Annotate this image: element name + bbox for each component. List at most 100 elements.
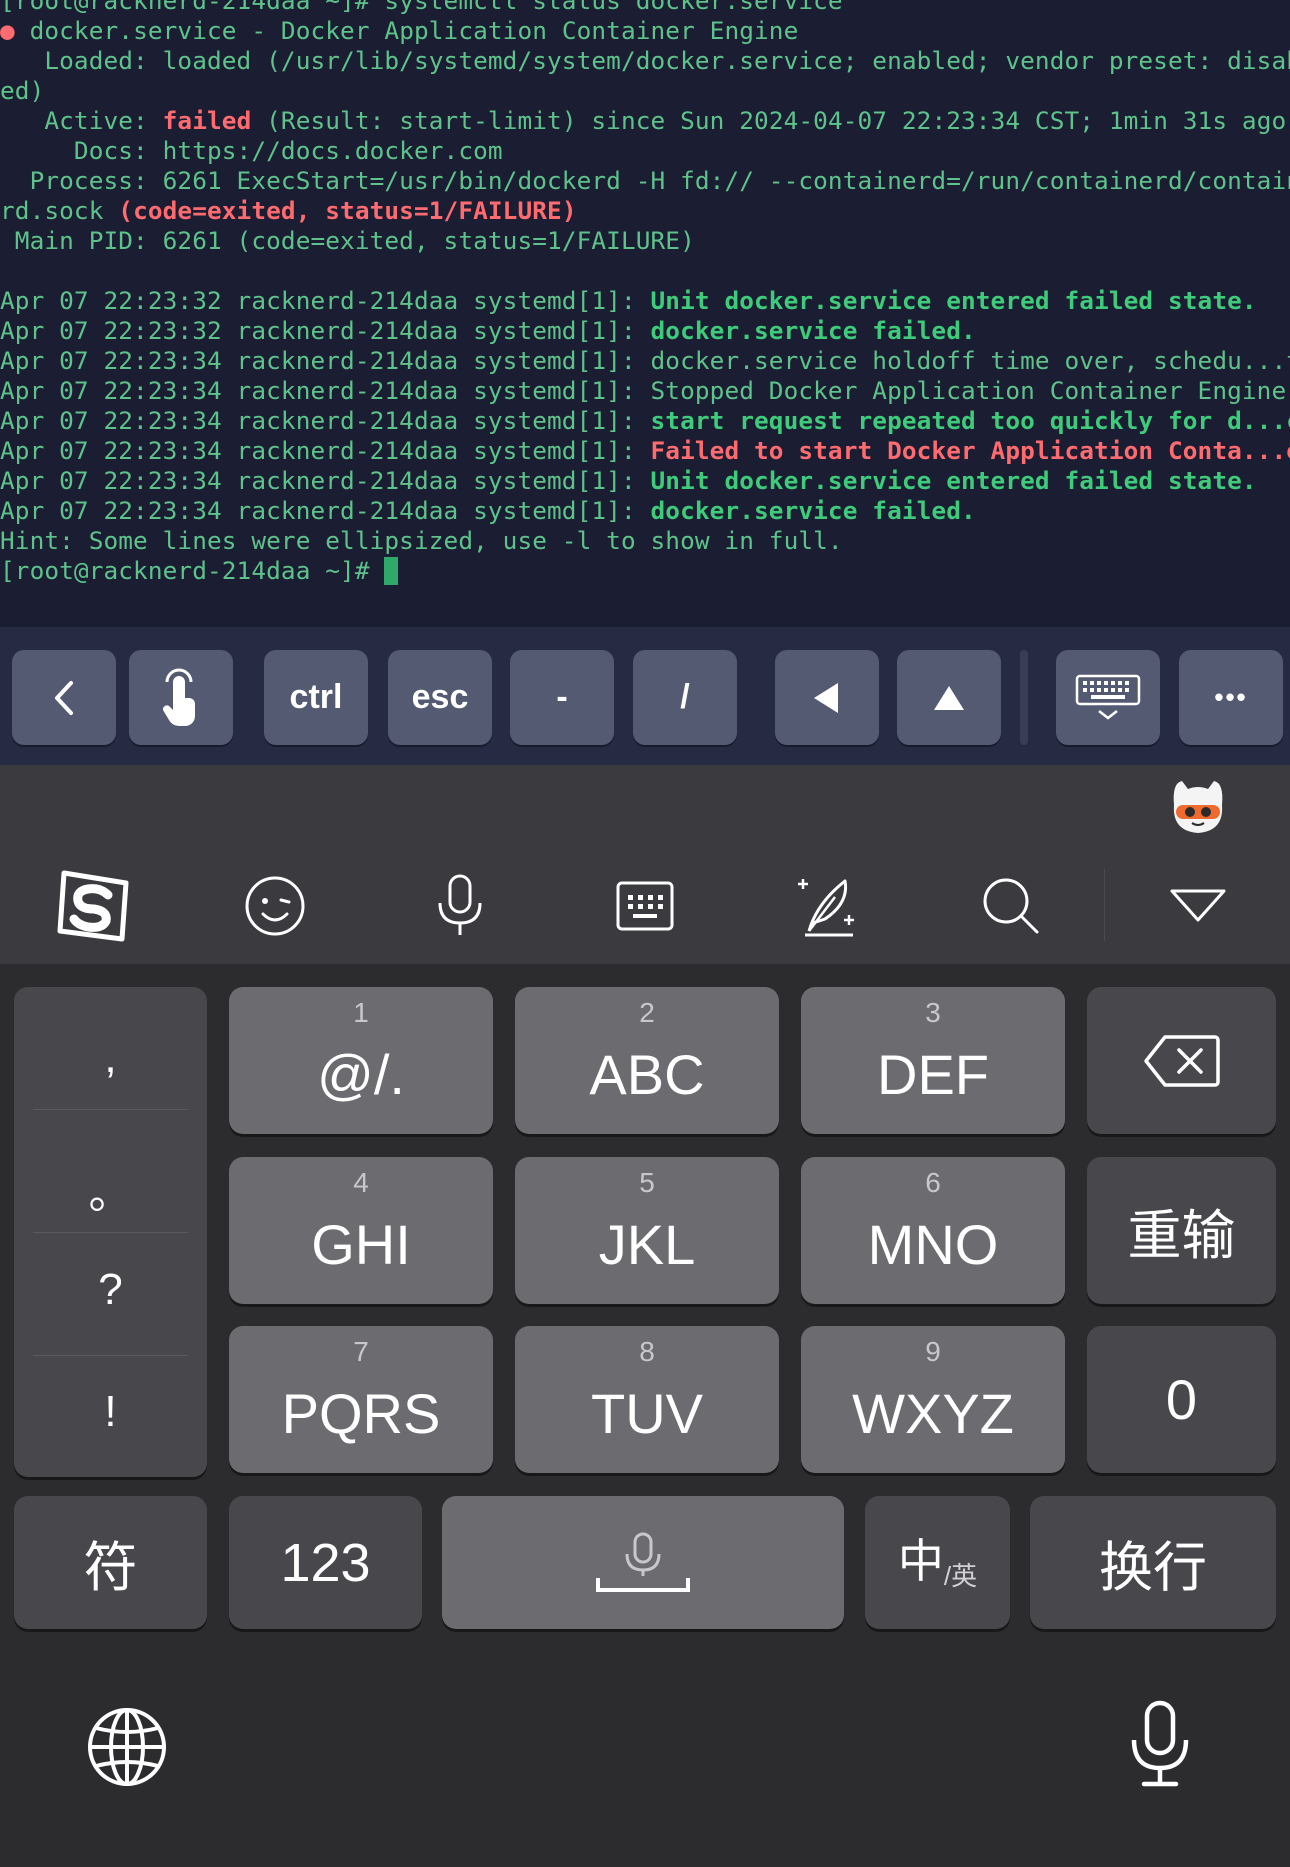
log-line: Apr 07 22:23:34 racknerd-214daa systemd[… bbox=[0, 496, 976, 525]
ctrl-key[interactable]: ctrl bbox=[264, 650, 368, 745]
triangle-left-icon bbox=[814, 682, 838, 713]
key-3[interactable]: 3 DEF bbox=[801, 987, 1065, 1134]
key-label: ABC bbox=[589, 1043, 705, 1106]
esc-key[interactable]: esc bbox=[388, 650, 492, 745]
log-line: Apr 07 22:23:32 racknerd-214daa systemd[… bbox=[0, 286, 1257, 315]
key-label: PQRS bbox=[281, 1382, 441, 1445]
terminal-line: ed) bbox=[0, 76, 45, 105]
backspace-key[interactable] bbox=[1087, 987, 1276, 1134]
handwriting-icon bbox=[798, 878, 854, 936]
more-button[interactable]: ••• bbox=[1179, 650, 1283, 745]
symbols-key[interactable]: 符 bbox=[14, 1496, 207, 1629]
enter-key[interactable]: 换行 bbox=[1030, 1496, 1276, 1629]
punctuation-column[interactable]: , 。 ? ! bbox=[14, 987, 207, 1477]
log-line: Apr 07 22:23:34 racknerd-214daa systemd[… bbox=[0, 436, 1290, 465]
space-mic-icon bbox=[596, 1532, 690, 1592]
punct-exclamation[interactable]: ! bbox=[14, 1387, 207, 1437]
numbers-key[interactable]: 123 bbox=[229, 1496, 422, 1629]
terminal-line: Active: failed (Result: start-limit) sin… bbox=[0, 106, 1287, 135]
key-number: 1 bbox=[353, 997, 369, 1028]
toolbar-divider bbox=[1104, 869, 1105, 941]
text-cursor bbox=[384, 557, 399, 585]
log-line: Apr 07 22:23:32 racknerd-214daa systemd[… bbox=[0, 316, 976, 345]
mascot-icon[interactable] bbox=[1166, 775, 1230, 839]
ime-candidate-bar bbox=[0, 765, 1290, 847]
space-key[interactable] bbox=[442, 1496, 844, 1629]
key-2[interactable]: 2 ABC bbox=[515, 987, 779, 1134]
terminal-line: Docs: https://docs.docker.com bbox=[0, 136, 503, 165]
toolbar-divider bbox=[1020, 650, 1028, 745]
lang-sub-label: /英 bbox=[943, 1561, 978, 1591]
terminal-line: Main PID: 6261 (code=exited, status=1/FA… bbox=[0, 226, 695, 255]
search-icon bbox=[983, 878, 1039, 933]
key-label: 123 bbox=[280, 1532, 371, 1593]
key-label: 换行 bbox=[1099, 1538, 1207, 1598]
microphone-icon bbox=[438, 874, 482, 935]
key-number: 3 bbox=[925, 997, 941, 1028]
language-toggle-key[interactable]: 中 /英 bbox=[865, 1496, 1010, 1629]
globe-button[interactable] bbox=[86, 1706, 168, 1788]
collapse-keyboard-button[interactable] bbox=[1153, 847, 1243, 964]
slash-key[interactable]: / bbox=[633, 650, 737, 745]
key-9[interactable]: 9 WXYZ bbox=[801, 1326, 1065, 1473]
key-number: 2 bbox=[639, 997, 655, 1028]
touch-mode-button[interactable] bbox=[129, 650, 233, 745]
terminal-line: Loaded: loaded (/usr/lib/systemd/system/… bbox=[0, 46, 1290, 75]
key-6[interactable]: 6 MNO bbox=[801, 1157, 1065, 1304]
touch-pointer-icon bbox=[162, 668, 195, 726]
key-1[interactable]: 1 @/. bbox=[229, 987, 493, 1134]
key-number: 9 bbox=[925, 1336, 941, 1367]
emoji-icon bbox=[245, 876, 305, 935]
ime-toolbar bbox=[0, 847, 1290, 965]
key-7[interactable]: 7 PQRS bbox=[229, 1326, 493, 1473]
hint-line: Hint: Some lines were ellipsized, use -l… bbox=[0, 526, 843, 555]
chevron-left-icon bbox=[55, 680, 73, 715]
voice-input-button[interactable] bbox=[415, 847, 505, 964]
handwriting-button[interactable] bbox=[783, 847, 873, 964]
key-number: 7 bbox=[353, 1336, 369, 1367]
lang-main-label: 中 bbox=[897, 1534, 944, 1587]
key-label: @/. bbox=[317, 1043, 405, 1106]
back-button[interactable] bbox=[12, 650, 116, 745]
hide-keyboard-button[interactable] bbox=[1056, 650, 1160, 745]
search-button[interactable] bbox=[966, 847, 1056, 964]
arrow-left-key[interactable] bbox=[775, 650, 879, 745]
log-line: Apr 07 22:23:34 racknerd-214daa systemd[… bbox=[0, 376, 1290, 405]
punct-question[interactable]: ? bbox=[14, 1265, 207, 1315]
triangle-up-icon bbox=[934, 685, 964, 710]
dash-key[interactable]: - bbox=[510, 650, 614, 745]
key-5[interactable]: 5 JKL bbox=[515, 1157, 779, 1304]
status-dot-icon: ● bbox=[0, 16, 15, 45]
zero-key[interactable]: 0 bbox=[1087, 1326, 1276, 1473]
key-label: DEF bbox=[877, 1043, 989, 1106]
punct-period[interactable]: 。 bbox=[14, 1157, 207, 1221]
key-number: 8 bbox=[639, 1336, 655, 1367]
sogou-logo-button[interactable] bbox=[45, 847, 140, 964]
microphone-icon bbox=[1131, 1700, 1189, 1787]
globe-icon bbox=[88, 1708, 166, 1786]
key-number: 6 bbox=[925, 1167, 941, 1198]
key-label: GHI bbox=[311, 1213, 411, 1276]
key-8[interactable]: 8 TUV bbox=[515, 1326, 779, 1473]
keyboard-layout-button[interactable] bbox=[600, 847, 690, 964]
punct-comma[interactable]: , bbox=[14, 1033, 207, 1083]
log-line: Apr 07 22:23:34 racknerd-214daa systemd[… bbox=[0, 346, 1290, 375]
key-4[interactable]: 4 GHI bbox=[229, 1157, 493, 1304]
terminal-line: ● docker.service - Docker Application Co… bbox=[0, 16, 799, 45]
t9-keyboard: , 。 ? ! 1 @/. 2 ABC 3 DEF 4 GHI 5 JKL 6 … bbox=[0, 964, 1290, 1867]
backspace-icon bbox=[1143, 1034, 1220, 1087]
emoji-button[interactable] bbox=[230, 847, 320, 964]
dictation-button[interactable] bbox=[1130, 1700, 1190, 1788]
key-number: 5 bbox=[639, 1167, 655, 1198]
divider bbox=[33, 1232, 188, 1233]
reenter-key[interactable]: 重输 bbox=[1087, 1157, 1276, 1304]
key-number: 4 bbox=[353, 1167, 369, 1198]
key-label: 重输 bbox=[1127, 1206, 1236, 1266]
prompt-line[interactable]: [root@racknerd-214daa ~]# bbox=[0, 556, 399, 585]
terminal-line: rd.sock (code=exited, status=1/FAILURE) bbox=[0, 196, 577, 225]
arrow-up-key[interactable] bbox=[897, 650, 1001, 745]
terminal-line: Process: 6261 ExecStart=/usr/bin/dockerd… bbox=[0, 166, 1290, 195]
divider bbox=[33, 1109, 188, 1110]
terminal-output[interactable]: [root@racknerd-214daa ~]# systemctl stat… bbox=[0, 0, 1290, 627]
key-label: 0 bbox=[1165, 1368, 1198, 1431]
